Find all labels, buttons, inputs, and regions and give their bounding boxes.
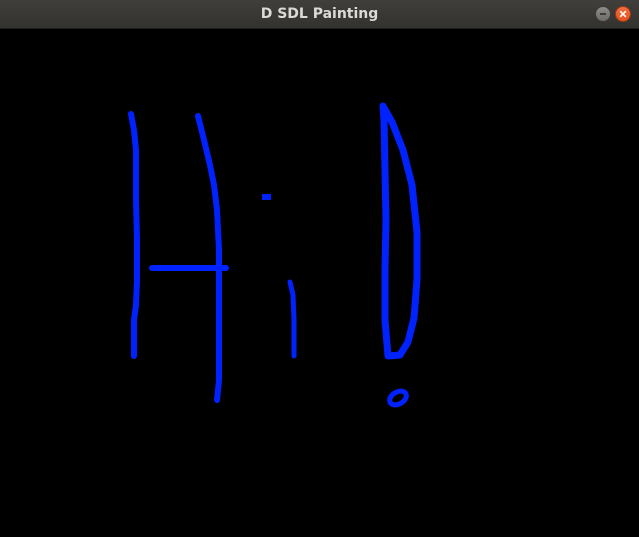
title-bar[interactable]: D SDL Painting [0, 0, 639, 29]
close-icon [619, 10, 627, 18]
brush-stroke-i-dot [262, 194, 271, 200]
brush-stroke-exclamation-dot [387, 388, 409, 408]
app-window: D SDL Painting [0, 0, 639, 537]
painting-surface [128, 102, 421, 408]
brush-stroke-exclamation-stem [379, 102, 421, 360]
brush-stroke-i-stem [287, 279, 297, 359]
minimize-icon [600, 13, 606, 15]
painting-canvas[interactable] [0, 29, 639, 537]
brush-stroke-h-right [195, 113, 222, 403]
window-title: D SDL Painting [260, 6, 379, 22]
brush-stroke-h-left [128, 111, 140, 359]
minimize-button[interactable] [595, 6, 611, 22]
close-button[interactable] [615, 6, 631, 22]
